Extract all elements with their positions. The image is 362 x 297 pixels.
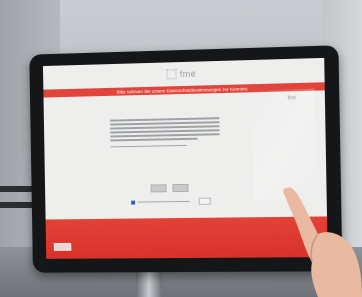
hand-skin (283, 187, 362, 297)
text-line (110, 137, 198, 141)
text-line (110, 121, 220, 126)
logo-dots-icon (166, 69, 177, 80)
brand-logo: fme (166, 68, 197, 80)
pointing-hand (283, 187, 362, 297)
text-line (110, 117, 220, 122)
consent-checkbox[interactable] (131, 200, 136, 205)
text-line (110, 125, 220, 130)
text-line (110, 129, 220, 134)
consent-row (131, 197, 211, 206)
brand-name: fme (179, 68, 197, 80)
footer-button[interactable] (53, 242, 72, 251)
consent-submit-button[interactable] (198, 197, 211, 205)
consent-label (138, 200, 190, 203)
text-line (110, 133, 220, 137)
choice-button-2[interactable] (172, 183, 189, 193)
choice-button-1[interactable] (150, 184, 167, 193)
choice-buttons (150, 183, 189, 193)
privacy-paragraph (110, 117, 220, 148)
text-line (110, 144, 187, 148)
